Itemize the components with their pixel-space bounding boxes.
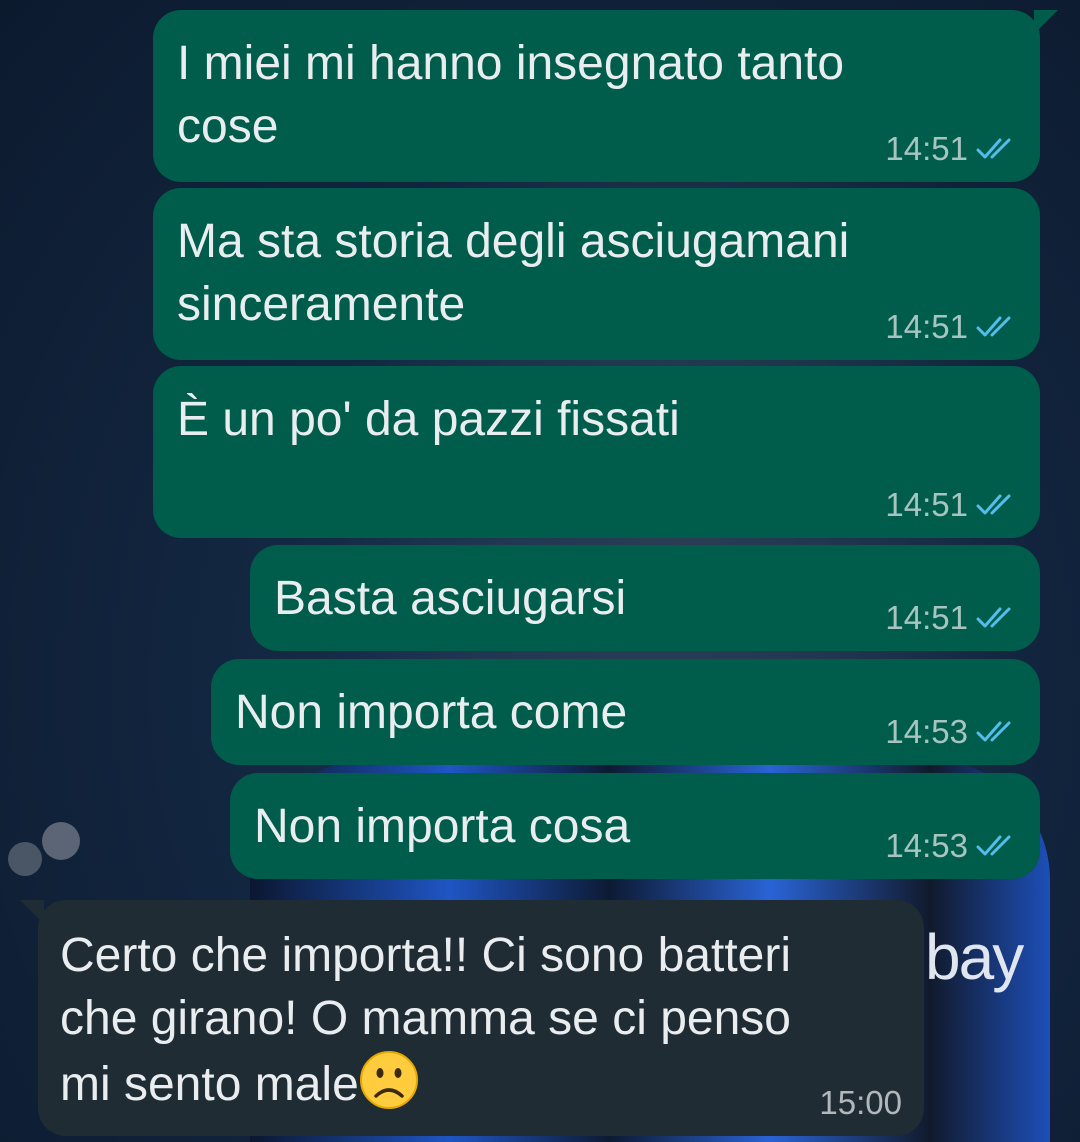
read-ticks-icon [976,721,1011,742]
message-time: 15:00 [819,1084,902,1121]
message-time: 14:51 [885,486,968,523]
frowning-face-icon [359,1051,418,1109]
read-ticks-icon [976,494,1011,515]
read-ticks-icon [976,607,1011,628]
read-ticks-icon [976,316,1011,337]
read-ticks-icon [976,835,1011,856]
message-bubble-outgoing[interactable]: È un po' da pazzi fissati 14:51 [153,366,1040,538]
message-bubble-outgoing[interactable]: Non importa come 14:53 [211,659,1040,765]
message-list[interactable]: I miei mi hanno insegnato tanto cose 14:… [0,0,1080,1142]
message-meta: 14:51 [885,308,1018,346]
message-bubble-outgoing[interactable]: I miei mi hanno insegnato tanto cose 14:… [153,10,1058,182]
message-bubble-outgoing[interactable]: Non importa cosa 14:53 [230,773,1040,879]
message-time: 14:51 [885,130,968,167]
message-time: 14:53 [885,827,968,864]
message-text-content: Certo che importa!! Ci sono batteri che … [60,929,791,1111]
message-meta: 14:51 [885,130,1018,168]
message-time: 14:51 [885,599,968,636]
message-meta: 14:53 [885,827,1018,865]
message-time: 14:51 [885,308,968,345]
message-text: Certo che importa!! Ci sono batteri che … [60,924,900,1116]
message-meta: 15:00 [819,1084,902,1122]
message-meta: 14:53 [885,713,1018,751]
message-bubble-outgoing[interactable]: Basta asciugarsi 14:51 [250,545,1040,651]
message-bubble-outgoing[interactable]: Ma sta storia degli asciugamani sinceram… [153,188,1040,360]
message-text: È un po' da pazzi fissati [177,393,680,446]
message-time: 14:53 [885,713,968,750]
read-ticks-icon [976,138,1011,159]
message-bubble-incoming[interactable]: Certo che importa!! Ci sono batteri che … [20,900,924,1136]
message-meta: 14:51 [885,486,1018,524]
message-meta: 14:51 [885,599,1018,637]
